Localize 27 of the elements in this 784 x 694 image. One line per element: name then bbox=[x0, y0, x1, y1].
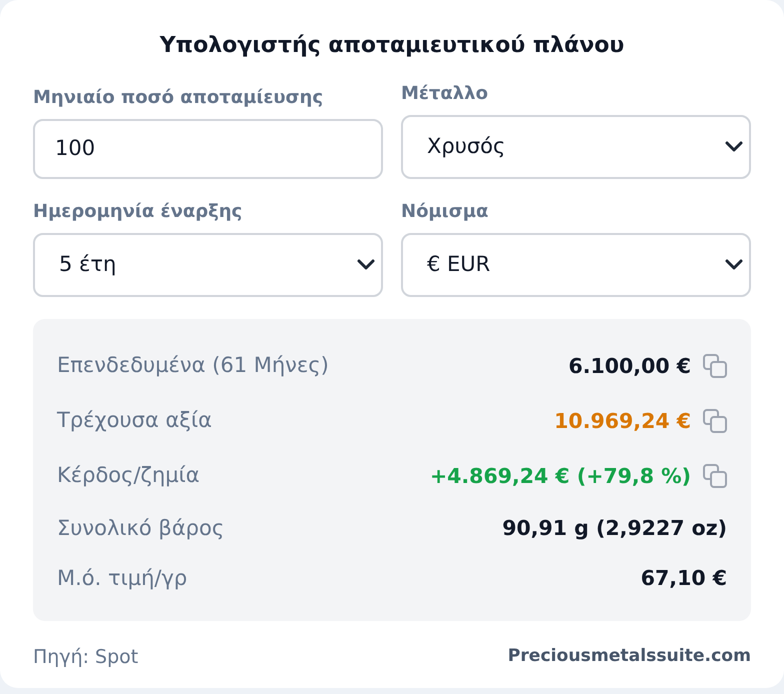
chevron-down-icon bbox=[725, 141, 743, 153]
result-label: Κέρδος/ζημία bbox=[57, 462, 200, 490]
field-label: Νόμισμα bbox=[401, 203, 490, 221]
card-title: Υπολογιστής αποταμιευτικού πλάνου bbox=[158, 32, 626, 60]
dropdown-select[interactable]: 5 έτη bbox=[33, 233, 383, 297]
field-label: Μέταλλο bbox=[401, 85, 489, 103]
field-label: Μηνιαίο ποσό αποταμίευσης bbox=[33, 89, 324, 107]
chevron-down-icon bbox=[725, 259, 743, 271]
result-value: 90,91 g (2,9227 oz) bbox=[502, 515, 727, 542]
result-label: Μ.ό. τιμή/γρ bbox=[57, 564, 188, 592]
dropdown-select[interactable]: Χρυσός bbox=[401, 115, 751, 179]
amount-input-field[interactable]: 100 bbox=[33, 119, 383, 179]
result-label: Επενδεδυμένα (61 Μήνες) bbox=[57, 352, 329, 380]
dropdown-select[interactable]: € EUR bbox=[401, 233, 751, 297]
result-value: 10.969,24 € bbox=[554, 408, 691, 435]
copy-icon[interactable] bbox=[703, 464, 727, 488]
field-label: Ημερομηνία έναρξης bbox=[33, 203, 244, 221]
result-label: Συνολικό βάρος bbox=[57, 514, 224, 542]
chevron-down-icon bbox=[357, 259, 375, 271]
result-label: Τρέχουσα αξία bbox=[57, 407, 212, 434]
result-value: +4.869,24 € (+79,8 %) bbox=[430, 462, 691, 490]
result-value: 67,10 € bbox=[640, 565, 727, 592]
site-link[interactable]: Preciousmetalssuite.com bbox=[508, 644, 751, 670]
source-text: Πηγή: Spot bbox=[33, 645, 138, 670]
copy-icon[interactable] bbox=[703, 354, 727, 378]
result-value: 6.100,00 € bbox=[568, 352, 691, 380]
copy-icon[interactable] bbox=[703, 409, 727, 433]
